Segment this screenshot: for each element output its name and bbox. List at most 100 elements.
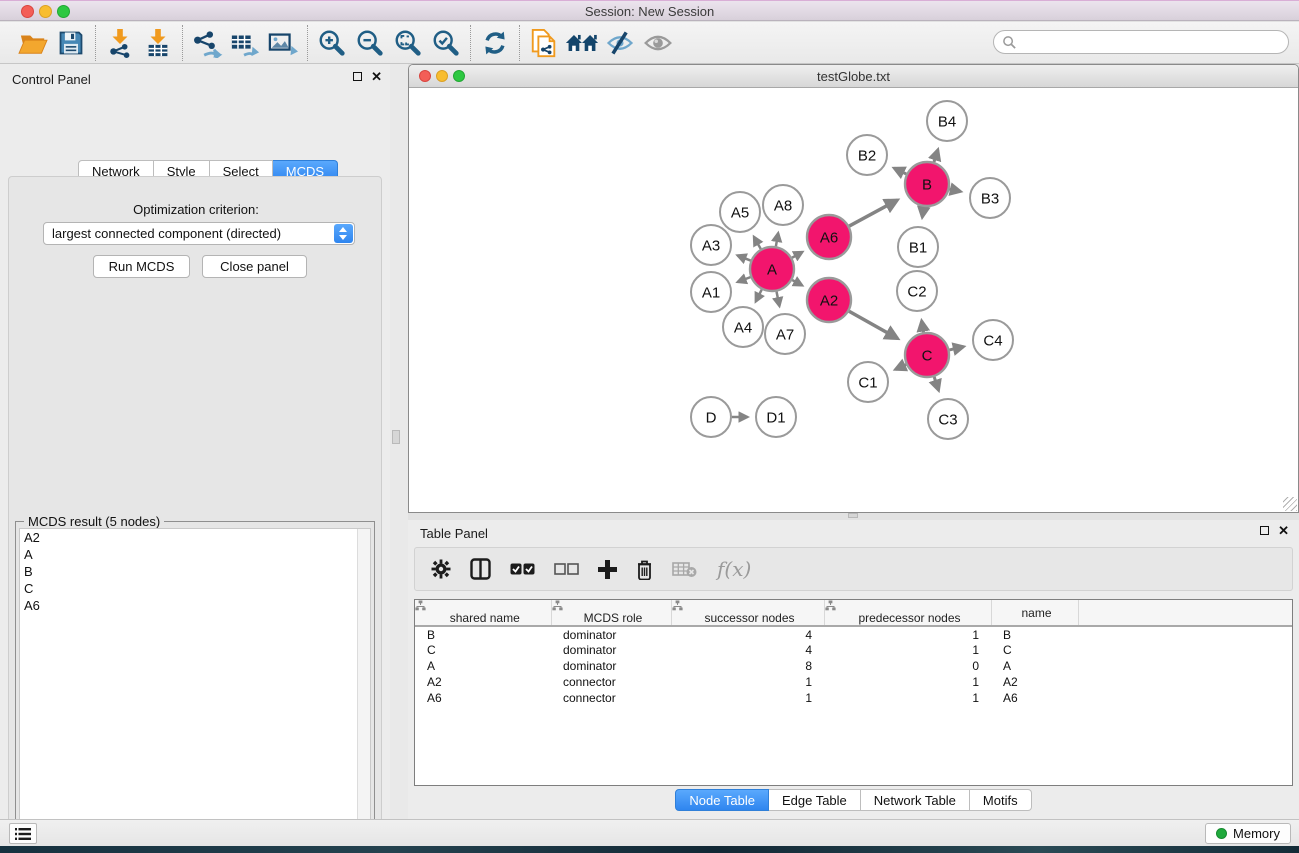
close-panel-icon[interactable]: ✕ bbox=[1278, 526, 1289, 535]
table-cell[interactable]: A6 bbox=[991, 690, 1078, 706]
graph-edge-C-C1[interactable] bbox=[895, 365, 906, 370]
table-cell[interactable]: A2 bbox=[991, 674, 1078, 690]
table-cell[interactable]: A bbox=[991, 658, 1078, 674]
memory-button[interactable]: Memory bbox=[1205, 823, 1291, 844]
graph-edge-A-A6[interactable] bbox=[792, 252, 802, 258]
table-cell[interactable]: C bbox=[991, 642, 1078, 658]
network-canvas[interactable]: AA1A2A3A4A5A6A7A8BB1B2B3B4CC1C2C3C4DD1 bbox=[409, 88, 1298, 512]
graph-edge-C-C2[interactable] bbox=[922, 321, 924, 332]
graph-node-C[interactable]: C bbox=[905, 333, 949, 377]
save-button[interactable] bbox=[52, 25, 90, 61]
graph-edge-B-B4[interactable] bbox=[934, 150, 938, 162]
table-row[interactable]: Bdominator41B bbox=[415, 626, 1292, 642]
column-header-predecessor-nodes[interactable]: predecessor nodes bbox=[824, 600, 991, 626]
divider-handle[interactable] bbox=[392, 430, 400, 444]
zoom-fit-button[interactable] bbox=[389, 25, 427, 61]
graph-node-D[interactable]: D bbox=[691, 397, 731, 437]
table-cell[interactable]: connector bbox=[551, 674, 671, 690]
table-row[interactable]: A6connector11A6 bbox=[415, 690, 1292, 706]
graph-node-B4[interactable]: B4 bbox=[927, 101, 967, 141]
zoom-in-button[interactable] bbox=[313, 25, 351, 61]
float-panel-icon[interactable] bbox=[353, 72, 362, 81]
graph-node-C4[interactable]: C4 bbox=[973, 320, 1013, 360]
graph-edge-B-B1[interactable] bbox=[922, 207, 923, 217]
zoom-out-button[interactable] bbox=[351, 25, 389, 61]
resize-grip-icon[interactable] bbox=[1283, 497, 1297, 511]
vertical-split-divider[interactable] bbox=[390, 64, 408, 819]
zoom-selected-button[interactable] bbox=[427, 25, 465, 61]
table-cell[interactable]: 1 bbox=[671, 690, 824, 706]
graph-edge-A2-C[interactable] bbox=[849, 311, 897, 338]
table-cell[interactable]: dominator bbox=[551, 658, 671, 674]
graph-node-A8[interactable]: A8 bbox=[763, 185, 803, 225]
table-cell[interactable]: 0 bbox=[824, 658, 991, 674]
deselect-all-button[interactable] bbox=[554, 554, 579, 584]
show-columns-button[interactable] bbox=[470, 554, 491, 584]
graph-edge-B-B2[interactable] bbox=[894, 168, 906, 174]
table-cell[interactable]: dominator bbox=[551, 626, 671, 642]
delete-table-button[interactable] bbox=[672, 554, 698, 584]
table-cell[interactable]: B bbox=[415, 626, 551, 642]
graph-node-B3[interactable]: B3 bbox=[970, 178, 1010, 218]
table-cell[interactable]: C bbox=[415, 642, 551, 658]
hide-panels-button[interactable] bbox=[601, 25, 639, 61]
column-header-shared-name[interactable]: shared name bbox=[415, 600, 551, 626]
table-row[interactable]: Adominator80A bbox=[415, 658, 1292, 674]
graph-edge-B-B3[interactable] bbox=[949, 189, 960, 191]
result-list-item[interactable]: C bbox=[20, 580, 370, 597]
result-list-item[interactable]: B bbox=[20, 563, 370, 580]
tab-network-table[interactable]: Network Table bbox=[861, 789, 970, 811]
graph-node-A6[interactable]: A6 bbox=[807, 215, 851, 259]
table-cell[interactable]: 1 bbox=[671, 674, 824, 690]
table-cell[interactable]: 1 bbox=[824, 642, 991, 658]
delete-column-button[interactable] bbox=[636, 554, 653, 584]
table-cell[interactable]: A bbox=[415, 658, 551, 674]
show-panels-button[interactable] bbox=[639, 25, 677, 61]
network-window-titlebar[interactable]: testGlobe.txt bbox=[409, 65, 1298, 88]
graph-edge-A-A8[interactable] bbox=[776, 233, 778, 246]
graph-node-B1[interactable]: B1 bbox=[898, 227, 938, 267]
graph-node-A5[interactable]: A5 bbox=[720, 192, 760, 232]
close-panel-button[interactable]: Close panel bbox=[202, 255, 307, 278]
table-cell[interactable]: 8 bbox=[671, 658, 824, 674]
table-row[interactable]: A2connector11A2 bbox=[415, 674, 1292, 690]
column-header-name[interactable]: name bbox=[991, 600, 1078, 626]
graph-edge-C-C3[interactable] bbox=[934, 377, 938, 390]
result-scrollbar[interactable] bbox=[357, 529, 370, 853]
horizontal-divider-handle[interactable] bbox=[848, 513, 858, 518]
run-mcds-button[interactable]: Run MCDS bbox=[93, 255, 190, 278]
table-cell[interactable]: 1 bbox=[824, 674, 991, 690]
graph-node-D1[interactable]: D1 bbox=[756, 397, 796, 437]
result-list-item[interactable]: A2 bbox=[20, 529, 370, 546]
graph-node-C1[interactable]: C1 bbox=[848, 362, 888, 402]
table-cell[interactable]: A2 bbox=[415, 674, 551, 690]
float-panel-icon[interactable] bbox=[1260, 526, 1269, 535]
graph-edge-A-A7[interactable] bbox=[777, 292, 780, 307]
mcds-result-list[interactable]: A2ABCA6 bbox=[19, 528, 371, 853]
column-header-MCDS-role[interactable]: MCDS role bbox=[551, 600, 671, 626]
graph-node-A3[interactable]: A3 bbox=[691, 225, 731, 265]
import-table-button[interactable] bbox=[139, 25, 177, 61]
graph-edge-A-A4[interactable] bbox=[756, 290, 762, 302]
export-network-button[interactable] bbox=[188, 25, 226, 61]
table-cell[interactable]: 4 bbox=[671, 626, 824, 642]
open-button[interactable] bbox=[14, 25, 52, 61]
node-table-grid[interactable]: shared nameMCDS rolesuccessor nodesprede… bbox=[415, 600, 1293, 706]
graph-node-B2[interactable]: B2 bbox=[847, 135, 887, 175]
home-button[interactable] bbox=[563, 25, 601, 61]
add-column-button[interactable] bbox=[598, 554, 617, 584]
result-list-item[interactable]: A6 bbox=[20, 597, 370, 614]
optimization-criterion-dropdown[interactable]: largest connected component (directed) bbox=[43, 222, 355, 245]
graph-edge-A-A1[interactable] bbox=[738, 277, 751, 282]
tab-motifs[interactable]: Motifs bbox=[970, 789, 1032, 811]
duplicate-network-button[interactable] bbox=[525, 25, 563, 61]
select-all-button[interactable] bbox=[510, 554, 535, 584]
graph-edge-C-C4[interactable] bbox=[949, 347, 963, 350]
settings-button[interactable] bbox=[431, 554, 451, 584]
network-graph[interactable]: AA1A2A3A4A5A6A7A8BB1B2B3B4CC1C2C3C4DD1 bbox=[409, 88, 1298, 512]
table-cell[interactable]: connector bbox=[551, 690, 671, 706]
graph-node-B[interactable]: B bbox=[905, 162, 949, 206]
table-cell[interactable]: 4 bbox=[671, 642, 824, 658]
export-table-button[interactable] bbox=[226, 25, 264, 61]
graph-node-A4[interactable]: A4 bbox=[723, 307, 763, 347]
